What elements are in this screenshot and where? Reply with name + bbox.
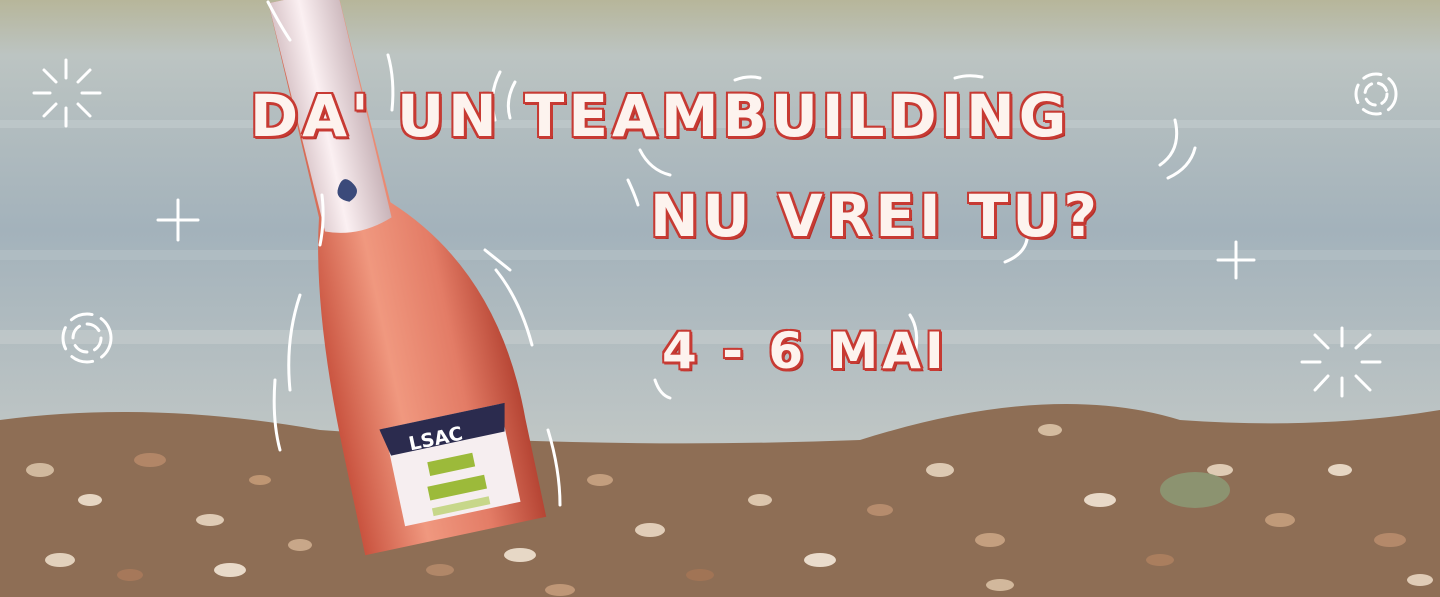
headline-line-2: NU VREI TU?: [650, 182, 1102, 250]
event-banner: DA' UN TEAMBUILDING NU VREI TU? 4 - 6 MA…: [0, 0, 1440, 597]
headline-line-1: DA' UN TEAMBUILDING: [250, 82, 1071, 150]
green-stone: [1160, 472, 1230, 508]
event-dates: 4 - 6 MAI: [662, 322, 948, 380]
